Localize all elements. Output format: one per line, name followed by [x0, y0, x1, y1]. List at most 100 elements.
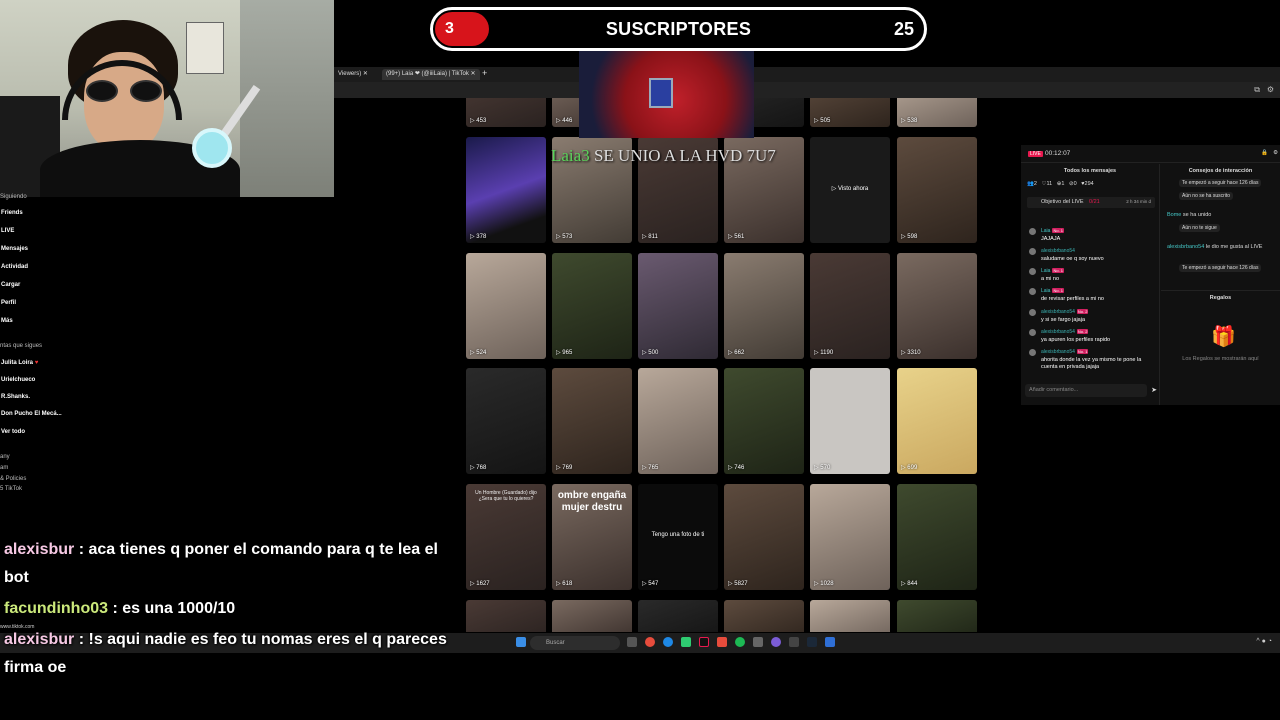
comment-input[interactable]: Añadir comentario...: [1025, 384, 1147, 397]
video-tile[interactable]: 598: [897, 137, 977, 243]
video-tile[interactable]: ombre engaña mujer destru 618: [552, 484, 632, 590]
video-tile[interactable]: 746: [724, 368, 804, 474]
following-item[interactable]: Urielchueco: [1, 377, 35, 383]
tab-label: (99+) Laia ❤ (@iiiLaia) | TikTok: [386, 71, 469, 77]
video-tile[interactable]: [724, 600, 804, 632]
video-tile[interactable]: 5827: [724, 484, 804, 590]
video-tile[interactable]: 524: [466, 253, 546, 359]
video-tile[interactable]: 765: [638, 368, 718, 474]
browser-tab[interactable]: Viewers) ✕: [334, 69, 372, 80]
video-tile[interactable]: 453: [466, 98, 546, 127]
obs-icon[interactable]: [771, 637, 781, 647]
video-tile[interactable]: 538: [897, 98, 977, 127]
footer-link[interactable]: & Policies: [0, 476, 26, 482]
video-tile[interactable]: 505: [810, 98, 890, 127]
footer-link[interactable]: am: [0, 465, 8, 471]
tip-chip[interactable]: Aún no te sigue: [1179, 224, 1220, 232]
video-tile[interactable]: 1190: [810, 253, 890, 359]
steam-icon[interactable]: [807, 637, 817, 647]
stat-value: 2: [1033, 181, 1037, 187]
lock-icon[interactable]: 🔒: [1261, 150, 1268, 156]
live-goal-bar[interactable]: Objetivo del LIVE 0/21 2 h 34 min d: [1027, 197, 1155, 208]
join-alert: Laia3 SE UNIO A LA HVD 7U7: [551, 146, 776, 166]
subscribers-title: SUSCRIPTORES: [605, 19, 752, 39]
tip-chip[interactable]: Aún no se ha suscrito: [1179, 192, 1234, 200]
settings-icon[interactable]: ⚙: [1273, 150, 1278, 156]
video-tile[interactable]: 378: [466, 137, 546, 243]
sidebar-item-profile[interactable]: Perfil: [1, 300, 16, 306]
browser-icon[interactable]: [645, 637, 655, 647]
following-item[interactable]: R.Shanks.: [1, 394, 30, 400]
video-tile[interactable]: Un Hombre (Guardado) dijo ¿Sera que tu l…: [466, 484, 546, 590]
close-icon[interactable]: ✕: [471, 71, 476, 77]
video-tile[interactable]: [810, 600, 890, 632]
app-icon[interactable]: [789, 637, 799, 647]
view-count: 570: [814, 464, 830, 471]
sidebar-item-friends[interactable]: Friends: [1, 210, 23, 216]
video-tile[interactable]: ▷ Visto ahora: [810, 137, 890, 243]
spotify-icon[interactable]: [735, 637, 745, 647]
view-count: 5827: [728, 580, 747, 587]
following-item[interactable]: Don Pucho El Mecá...: [1, 411, 62, 417]
tiktok-icon[interactable]: [699, 637, 709, 647]
video-tile[interactable]: 662: [724, 253, 804, 359]
stream-chat-line: alexisbur : aca tienes q poner el comand…: [4, 541, 438, 558]
video-tile[interactable]: 768: [466, 368, 546, 474]
video-tile[interactable]: [897, 600, 977, 632]
sidebar-item-messages[interactable]: Mensajes: [1, 246, 28, 252]
join-alert-text: SE UNIO A LA HVD 7U7: [589, 146, 776, 165]
video-tile[interactable]: [552, 600, 632, 632]
video-tile[interactable]: 500: [638, 253, 718, 359]
new-tab-button[interactable]: +: [482, 68, 487, 78]
share-icon[interactable]: ⧉: [1254, 85, 1260, 95]
edge-icon[interactable]: [663, 637, 673, 647]
view-count: 573: [556, 233, 572, 240]
video-tile[interactable]: 1028: [810, 484, 890, 590]
app-icon[interactable]: [753, 637, 763, 647]
view-count: 811: [642, 233, 658, 240]
video-tile[interactable]: 769: [552, 368, 632, 474]
view-count: 598: [901, 233, 917, 240]
sidebar-item-live[interactable]: LIVE: [1, 228, 14, 234]
browser-tab-active[interactable]: (99+) Laia ❤ (@iiiLaia) | TikTok ✕: [382, 69, 480, 80]
goal-time: 2 h 34 min d: [1126, 199, 1151, 204]
view-count: 1028: [814, 580, 833, 587]
kick-icon[interactable]: [681, 637, 691, 647]
start-icon[interactable]: [516, 637, 526, 647]
live-tips-column: Consejos de interacción Te empezó a segu…: [1161, 164, 1280, 405]
sidebar-item-more[interactable]: Más: [1, 318, 13, 324]
tip-chip[interactable]: Te empezó a seguir hace 126 días: [1179, 264, 1262, 272]
app-icon[interactable]: [825, 637, 835, 647]
subscribers-goal: 25: [893, 19, 914, 39]
stream-chat-line: alexisbur : !s aqui nadie es feo tu noma…: [4, 631, 447, 648]
sidebar-item-activity[interactable]: Actividad: [1, 264, 28, 270]
tile-overlay-text: Un Hombre (Guardado) dijo ¿Sera que tu l…: [475, 490, 537, 502]
tip-chip[interactable]: Te empezó a seguir hace 126 días: [1179, 179, 1262, 187]
video-tile[interactable]: [638, 600, 718, 632]
video-tile[interactable]: 570: [810, 368, 890, 474]
sidebar-truncated: Siguiendo: [0, 194, 27, 200]
video-tile[interactable]: Tengo una foto de ti 547: [638, 484, 718, 590]
sidebar-item-upload[interactable]: Cargar: [1, 282, 20, 288]
system-tray[interactable]: ^ ● ◔: [1256, 638, 1272, 645]
see-all-link[interactable]: Ver todo: [1, 429, 25, 435]
following-header: ntas que sigues: [0, 343, 43, 349]
taskview-icon[interactable]: [627, 637, 637, 647]
app-icon[interactable]: [717, 637, 727, 647]
send-icon[interactable]: ➤: [1151, 386, 1157, 394]
video-tile[interactable]: [466, 600, 546, 632]
settings-icon[interactable]: ⚙: [1267, 85, 1274, 94]
video-tile[interactable]: 844: [897, 484, 977, 590]
browser-urlbar[interactable]: ⧉ ⚙: [334, 82, 1280, 98]
following-item[interactable]: Julita Loira ♥: [1, 360, 38, 366]
footer-link[interactable]: any: [0, 454, 10, 460]
view-count: 547: [642, 580, 658, 587]
close-icon[interactable]: ✕: [363, 71, 368, 77]
heart-icon: ♥: [34, 360, 39, 366]
video-tile[interactable]: 3310: [897, 253, 977, 359]
taskbar-search[interactable]: Buscar: [530, 636, 620, 650]
tile-overlay-text: ombre engaña mujer destru: [557, 490, 627, 513]
video-tile[interactable]: 965: [552, 253, 632, 359]
video-tile[interactable]: 699: [897, 368, 977, 474]
view-count: 378: [470, 233, 486, 240]
